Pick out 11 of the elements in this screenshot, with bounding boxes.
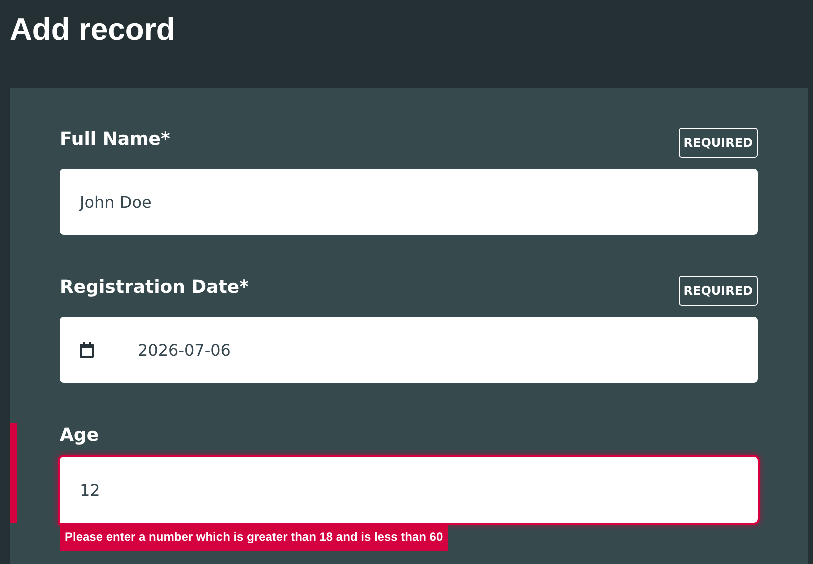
input-field[interactable]: 12 xyxy=(60,457,758,523)
error-message: Please enter a number which is greater than 18 and is less than 60 xyxy=(60,523,448,551)
input-field[interactable]: John Doe xyxy=(60,169,758,235)
field-label: Full Name* xyxy=(60,128,170,150)
date-field[interactable]: 2026-07-06 xyxy=(60,317,758,383)
field-label: Registration Date* xyxy=(60,276,249,298)
required-badge: REQUIRED xyxy=(678,128,758,158)
field-label: Age xyxy=(60,424,100,446)
required-badge: REQUIRED xyxy=(678,276,758,306)
page-title: Add record xyxy=(10,11,176,49)
calendar-icon[interactable] xyxy=(80,342,94,358)
